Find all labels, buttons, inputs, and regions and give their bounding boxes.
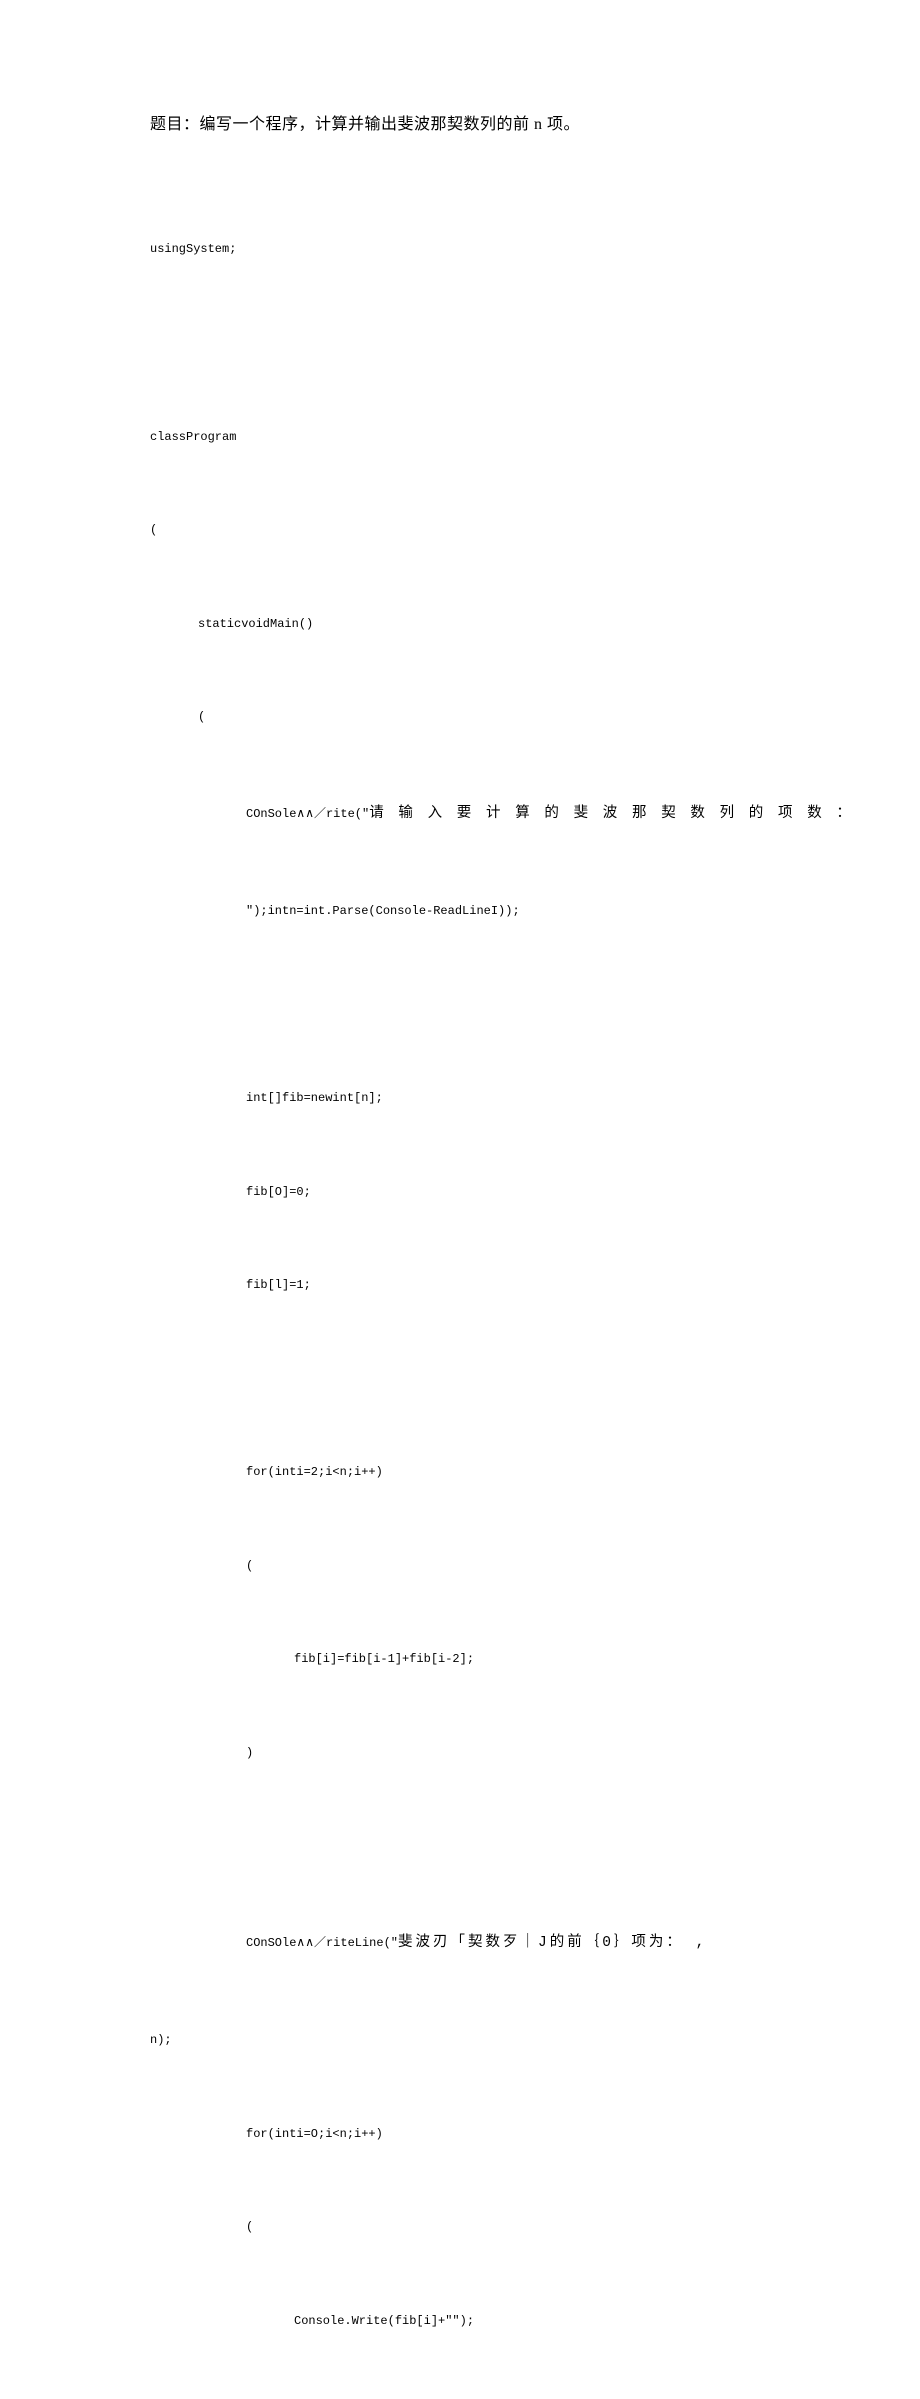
code-line: fib[O]=0; <box>150 1177 770 1208</box>
code-text-cjk: 请 输 入 要 计 算 的 斐 波 那 契 数 列 的 项 数 ： <box>369 806 854 822</box>
code-line: usingSystem; <box>150 234 770 265</box>
problem-title: 题目：编写一个程序，计算并输出斐波那契数列的前 n 项。 <box>150 110 770 134</box>
code-line: Console.Write(fib[i]+""); <box>150 2306 770 2337</box>
code-line: COnSOle∧∧／riteLine("斐波刃「契数歹｜J的前｛0｝项为： , <box>150 1925 770 1963</box>
code-line: staticvoidMain() <box>150 609 770 640</box>
code-line: fib[i]=fib[i-1]+fib[i-2]; <box>150 1644 770 1675</box>
code-text: COnSOle∧∧／riteLine(" <box>246 1936 398 1950</box>
code-block: usingSystem; classProgram ( staticvoidMa… <box>150 172 770 2399</box>
code-line: for(inti=2;i<n;i++) <box>150 1457 770 1488</box>
document-page: 题目：编写一个程序，计算并输出斐波那契数列的前 n 项。 usingSystem… <box>0 0 920 2399</box>
code-line: ( <box>150 2212 770 2243</box>
code-line: fib[l]=1; <box>150 1270 770 1301</box>
code-line: n); <box>150 2025 770 2056</box>
code-line <box>150 328 770 359</box>
code-line: COnSole∧∧／rite("请 输 入 要 计 算 的 斐 波 那 契 数 … <box>150 796 770 834</box>
code-line: ( <box>150 1551 770 1582</box>
code-line: int[]fib=newint[n]; <box>150 1083 770 1114</box>
code-text-cjk: 斐波刃「契数歹｜J的前｛0｝项为： , <box>398 1935 707 1951</box>
code-line: ( <box>150 702 770 733</box>
code-text: COnSole∧∧／rite(" <box>246 807 369 821</box>
code-line: ) <box>150 1738 770 1769</box>
code-line: classProgram <box>150 422 770 453</box>
code-line: ( <box>150 515 770 546</box>
code-line: ″);intn=int.Parse(Console-ReadLineI)); <box>150 896 770 927</box>
code-line <box>150 989 770 1020</box>
code-line <box>150 1364 770 1395</box>
code-line <box>150 1831 770 1862</box>
code-line: for(inti=O;i<n;i++) <box>150 2119 770 2150</box>
